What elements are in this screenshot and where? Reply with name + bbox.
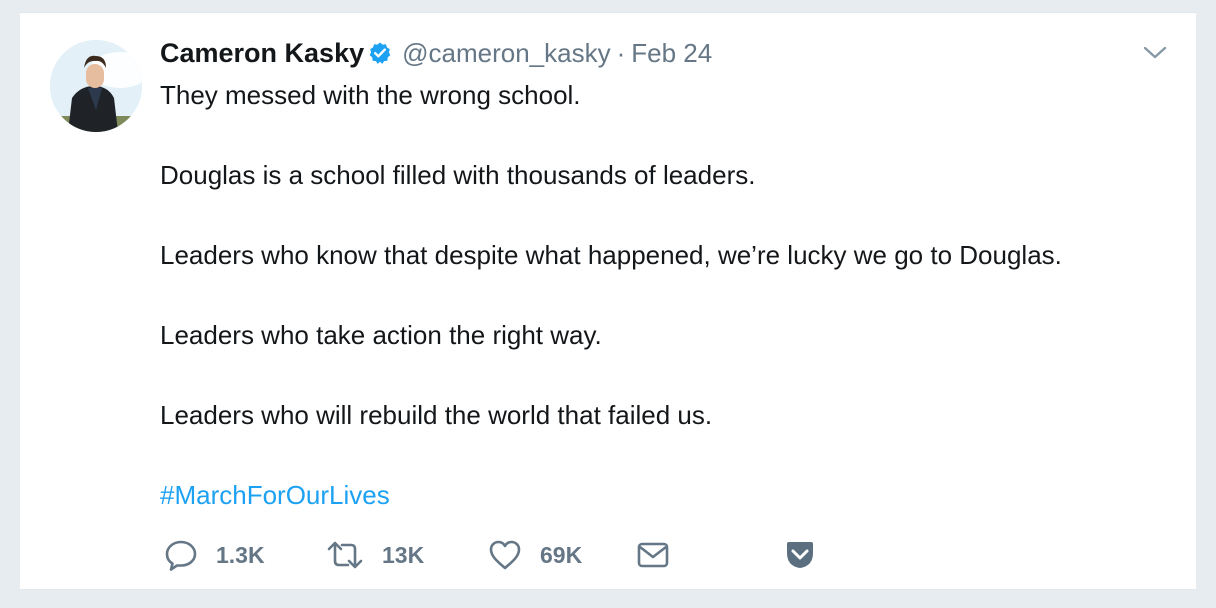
tweet-line: They messed with the wrong school. [160, 80, 581, 110]
tweet-header: Cameron Kasky @cameron_kasky · Feb 24 [160, 35, 712, 71]
heart-icon [488, 538, 522, 572]
avatar[interactable] [50, 40, 142, 132]
author-name[interactable]: Cameron Kasky [160, 38, 364, 69]
hashtag-link[interactable]: #MarchForOurLives [160, 480, 390, 510]
tweet-date[interactable]: Feb 24 [631, 38, 712, 69]
reply-button[interactable]: 1.3K [164, 538, 326, 572]
tweet-actions: 1.3K 13K 69K [164, 537, 816, 573]
direct-message-button[interactable] [636, 538, 784, 572]
author-handle[interactable]: @cameron_kasky [402, 38, 610, 69]
retweet-button[interactable]: 13K [326, 538, 488, 572]
like-button[interactable]: 69K [488, 538, 636, 572]
reply-count: 1.3K [216, 541, 265, 568]
retweet-count: 13K [382, 541, 425, 568]
tweet-line: Leaders who take action the right way. [160, 320, 602, 350]
tweet-card[interactable]: Cameron Kasky @cameron_kasky · Feb 24 Th… [20, 12, 1196, 590]
tweet-body: They messed with the wrong school. Dougl… [160, 75, 1170, 555]
verified-badge-icon [368, 41, 392, 65]
mail-icon [636, 538, 670, 572]
tweet-line: Douglas is a school filled with thousand… [160, 160, 756, 190]
pocket-icon [784, 539, 816, 571]
retweet-icon [326, 538, 364, 572]
header-separator: · [616, 37, 626, 68]
chevron-down-icon[interactable] [1142, 43, 1168, 63]
tweet-line: Leaders who will rebuild the world that … [160, 400, 713, 430]
like-count: 69K [540, 541, 583, 568]
pocket-button[interactable] [784, 539, 816, 571]
reply-icon [164, 538, 198, 572]
tweet-line: Leaders who know that despite what happe… [160, 240, 1062, 270]
